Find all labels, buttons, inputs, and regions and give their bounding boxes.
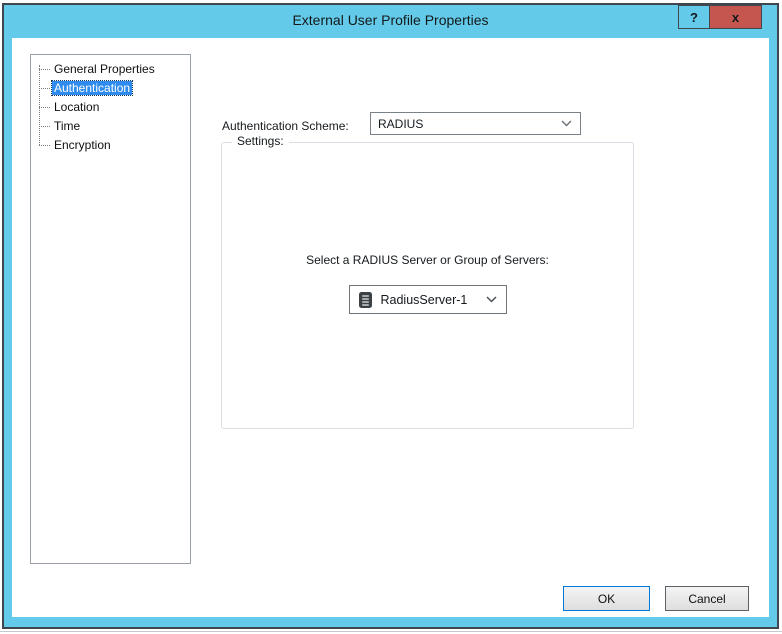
ok-button-label: OK (598, 592, 615, 606)
server-list-icon (359, 292, 372, 308)
ok-button[interactable]: OK (563, 586, 650, 611)
sidebar-item-time[interactable]: Time (31, 117, 190, 136)
screen-edge-line (0, 631, 782, 632)
radius-server-value: RadiusServer-1 (381, 293, 468, 307)
sidebar-item-encryption[interactable]: Encryption (31, 136, 190, 155)
sidebar-item-authentication[interactable]: Authentication (31, 79, 190, 98)
cancel-button-label: Cancel (688, 592, 725, 606)
close-icon: x (732, 10, 739, 25)
tree-item-label: Time (52, 119, 82, 133)
help-button[interactable]: ? (678, 5, 709, 29)
chevron-down-icon (561, 120, 572, 127)
window-title: External User Profile Properties (4, 5, 777, 38)
title-buttons: ? x (678, 5, 762, 29)
sidebar-item-general-properties[interactable]: General Properties (31, 60, 190, 79)
radius-server-prompt: Select a RADIUS Server or Group of Serve… (222, 253, 633, 267)
auth-scheme-value: RADIUS (378, 117, 423, 131)
help-icon: ? (690, 10, 698, 25)
tree-item-label: Encryption (52, 138, 113, 152)
sidebar-item-location[interactable]: Location (31, 98, 190, 117)
radius-server-dropdown[interactable]: RadiusServer-1 (349, 285, 507, 314)
close-button[interactable]: x (709, 5, 762, 29)
cancel-button[interactable]: Cancel (665, 586, 749, 611)
chevron-down-icon (486, 296, 497, 303)
auth-scheme-dropdown[interactable]: RADIUS (370, 112, 581, 135)
dialog-client-area: General Properties Authentication Locati… (12, 38, 769, 617)
tree-item-label: Authentication (52, 81, 132, 95)
auth-scheme-label: Authentication Scheme: (222, 119, 349, 133)
tree-item-label: General Properties (52, 62, 157, 76)
settings-group-label: Settings: (232, 134, 289, 148)
properties-tree: General Properties Authentication Locati… (30, 54, 191, 564)
settings-groupbox: Settings: Select a RADIUS Server or Grou… (221, 142, 634, 429)
tree-item-label: Location (52, 100, 101, 114)
dialog-window: External User Profile Properties ? x Gen… (2, 3, 779, 629)
title-bar[interactable]: External User Profile Properties ? x (4, 5, 777, 38)
